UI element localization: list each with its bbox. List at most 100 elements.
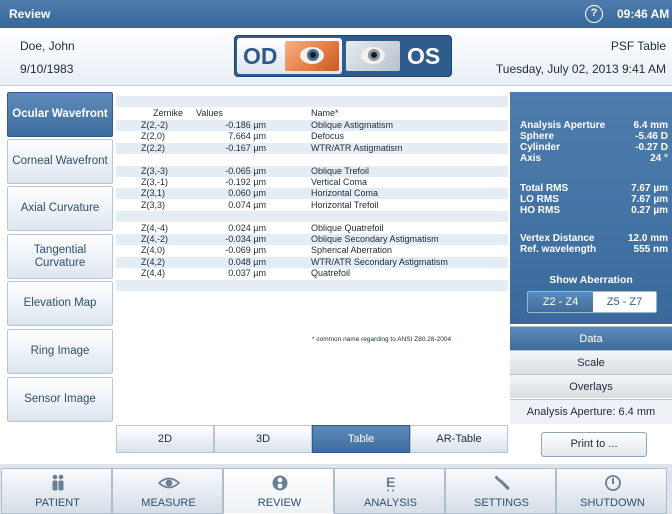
summary-value: 7.67 µm [631,183,668,194]
nav-elevation-map[interactable]: Elevation Map [7,281,113,326]
zernike-term: Z(3,-3) [141,165,168,176]
aberration-name: Oblique Quatrefoil [311,222,384,233]
aberration-name: Vertical Coma [311,177,368,187]
patient-name: Doe, John [20,39,75,53]
aberration-range-toggle: Z2 - Z4 Z5 - Z7 [527,291,657,313]
left-eye-photo[interactable] [346,41,400,71]
power-icon [557,474,668,492]
table-row: Z(3,1) 0.060 µm Horizontal Coma [116,188,508,200]
nav-ring-image[interactable]: Ring Image [7,329,113,374]
nav-measure[interactable]: MEASURE [112,468,223,514]
nav-review[interactable]: REVIEW [223,468,334,514]
review-icon [224,474,335,492]
nav-tangential-curvature[interactable]: Tangential Curvature [7,234,113,279]
aberration-name: WTR/ATR Secondary Astigmatism [311,256,448,267]
aberration-name: Oblique Astigmatism [311,120,394,130]
table-header: Zernike Values Name* [116,108,508,119]
table-row: Z(4,4) 0.037 µm Quatrefoil [116,268,508,279]
range-z5-z7[interactable]: Z5 - Z7 [592,292,657,312]
tab-2d[interactable]: 2D [116,425,214,453]
zernike-value: 0.048 µm [228,256,266,267]
zernike-term: Z(2,-2) [141,120,168,130]
zernike-value: 0.060 µm [228,188,266,199]
range-z2-z4[interactable]: Z2 - Z4 [528,292,593,312]
od-button[interactable]: OD [237,38,342,74]
summary-value: 24 ° [650,153,668,164]
tab-ar-table[interactable]: AR-Table [410,425,508,453]
aberration-name: Horizontal Trefoil [311,199,379,210]
summary-panel: Analysis Aperture 6.4 mm Sphere -5.46 D Cyli… [510,92,672,324]
summary-value: 12.0 mm [627,233,668,244]
overlays-button[interactable]: Overlays [510,374,672,398]
title-bar: Review ? 09:46 AM [0,0,672,28]
zernike-value: -0.192 µm [225,177,266,187]
nav-sensor-image[interactable]: Sensor Image [7,377,113,422]
aberration-name: Quatrefoil [311,268,351,279]
nav-ocular-wavefront[interactable]: Ocular Wavefront [7,92,113,137]
summary-value: 555 nm [633,244,668,255]
col-values: Values [196,108,223,118]
tab-table[interactable]: Table [312,425,410,453]
nav-settings[interactable]: SETTINGS [445,468,556,514]
nav-analysis[interactable]: E ANALYSIS [334,468,445,514]
nav-review-label: REVIEW [257,497,302,509]
summary-row: Ref. wavelength 555 nm [520,244,668,256]
print-button[interactable]: Print to ... [541,432,647,457]
nav-shutdown-label: SHUTDOWN [580,497,645,509]
zernike-value: 0.074 µm [228,199,266,210]
zernike-term: Z(4,-4) [141,222,168,233]
nav-measure-label: MEASURE [141,497,196,509]
summary-row: Axis 24 ° [520,153,668,165]
os-button[interactable]: OS [407,43,440,70]
zernike-value: -0.069 µm [225,245,266,256]
nav-patient[interactable]: PATIENT [1,468,112,514]
header: Doe, John 9/10/1983 OD OS PSF Table Tues… [0,28,672,86]
zernike-term: Z(2,2) [141,142,166,153]
zernike-value: -0.186 µm [225,120,266,130]
data-button[interactable]: Data [510,326,672,350]
summary-key: LO RMS [520,194,559,205]
summary-value: -0.27 D [635,142,668,153]
scale-button[interactable]: Scale [510,350,672,374]
wrench-icon [446,474,557,492]
zernike-value: -0.065 µm [225,165,266,176]
zernike-term: Z(4,2) [141,256,166,267]
zernike-value: 0.024 µm [228,222,266,233]
summary-key: Ref. wavelength [520,244,597,255]
summary-value: -5.46 D [635,131,668,142]
summary-value: 6.4 mm [633,120,668,131]
zernike-term: Z(3,3) [141,199,166,210]
nav-shutdown[interactable]: SHUTDOWN [556,468,667,514]
summary-key: Total RMS [520,183,569,194]
exam-timestamp: Tuesday, July 02, 2013 9:41 AM [495,62,666,76]
zernike-value: 7.664 µm [228,131,266,142]
table-row: Z(3,-3) -0.065 µm Oblique Trefoil [116,165,508,177]
view-name: PSF Table [610,39,666,53]
table-row: Z(2,2) -0.167 µm WTR/ATR Astigmatism [116,142,508,154]
zernike-table: Zernike Values Name* Z(2,-2) -0.186 µm Obl… [116,92,508,424]
tab-3d[interactable]: 3D [214,425,312,453]
patient-dob: 9/10/1983 [20,62,74,76]
table-row: Z(3,-1) -0.192 µm Vertical Coma [116,177,508,188]
nav-axial-curvature[interactable]: Axial Curvature [7,186,113,231]
nav-corneal-wavefront[interactable]: Corneal Wavefront [7,139,113,184]
eye-selector: OD OS [234,35,452,77]
summary-row: HO RMS 0.27 µm [520,205,668,217]
summary-key: Sphere [520,131,554,142]
right-eye-photo [285,41,339,71]
table-row: Z(2,0) 7.664 µm Defocus [116,131,508,142]
eye-icon [113,474,224,492]
aberration-name: Oblique Secondary Astigmatism [311,234,439,244]
zernike-term: Z(3,-1) [141,177,168,187]
clock: 09:46 AM [617,7,670,21]
analysis-icon: E [335,474,446,492]
table-row: Z(4,-2) -0.034 µm Oblique Secondary Astigm… [116,234,508,245]
window-title: Review [9,7,51,21]
summary-key: Vertex Distance [520,233,595,244]
summary-value: 7.67 µm [631,194,668,205]
map-nav: Ocular Wavefront Corneal Wavefront Axial… [7,92,113,424]
nav-analysis-label: ANALYSIS [364,497,417,509]
help-icon[interactable]: ? [585,5,603,23]
table-row: Z(4,-4) 0.024 µm Oblique Quatrefoil [116,223,508,234]
table-row: Z(4,0) -0.069 µm Spherical Aberration [116,245,508,256]
